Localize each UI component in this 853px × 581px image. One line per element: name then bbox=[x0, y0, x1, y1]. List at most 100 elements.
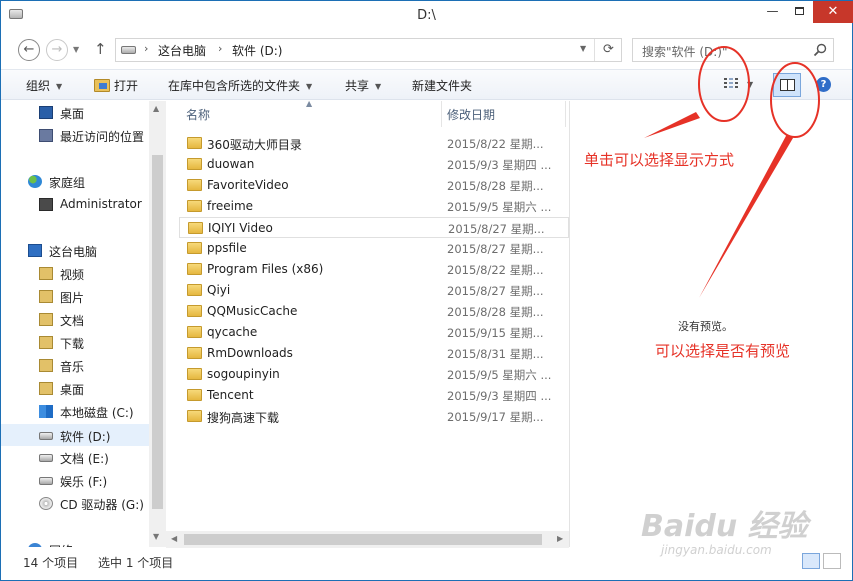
large-icons-view-button[interactable] bbox=[823, 553, 841, 569]
search-input[interactable]: 搜索"软件 (D:)" bbox=[632, 38, 834, 62]
videos-icon bbox=[39, 267, 53, 280]
navigation-scrollbar[interactable]: ▲ ▼ bbox=[149, 101, 166, 547]
nav-item-documents[interactable]: 文档 bbox=[1, 309, 149, 331]
nav-item-desktop-folder[interactable]: 桌面 bbox=[1, 378, 149, 400]
file-row[interactable]: duowan 2015/9/3 星期四 ... bbox=[179, 154, 569, 175]
file-date: 2015/9/5 星期六 ... bbox=[447, 200, 552, 214]
preview-pane-button[interactable] bbox=[773, 73, 801, 97]
file-name: 搜狗高速下载 bbox=[207, 411, 280, 425]
file-name: FavoriteVideo bbox=[207, 178, 289, 192]
column-header-date[interactable]: 修改日期 bbox=[447, 106, 495, 123]
nav-item-homegroup[interactable]: 家庭组 bbox=[1, 171, 149, 193]
refresh-button[interactable]: ⟳ bbox=[594, 39, 622, 61]
minimize-button[interactable]: — bbox=[759, 1, 786, 23]
file-row[interactable]: IQIYI Video 2015/8/27 星期... bbox=[179, 217, 569, 238]
file-row[interactable]: Program Files (x86) 2015/8/22 星期... bbox=[179, 259, 569, 280]
nav-item-label: 桌面 bbox=[60, 383, 85, 397]
address-bar[interactable]: › 这台电脑 › 软件 (D:) ▼ ⟳ bbox=[115, 38, 622, 62]
breadcrumb-drive-d[interactable]: 软件 (D:) bbox=[232, 42, 282, 59]
nav-item-drive-c[interactable]: 本地磁盘 (C:) bbox=[1, 401, 149, 423]
nav-item-recent-places[interactable]: 最近访问的位置 bbox=[1, 125, 149, 147]
breadcrumb-this-pc[interactable]: 这台电脑 bbox=[158, 42, 206, 59]
file-row[interactable]: Tencent 2015/9/3 星期四 ... bbox=[179, 385, 569, 406]
nav-item-drive-g[interactable]: CD 驱动器 (G:) bbox=[1, 493, 149, 515]
nav-item-label: 这台电脑 bbox=[49, 245, 98, 259]
drive-icon bbox=[39, 454, 53, 462]
nav-item-label: 桌面 bbox=[60, 107, 85, 121]
annotation-preview-toggle: 可以选择是否有预览 bbox=[655, 342, 791, 360]
back-button[interactable]: ← bbox=[18, 39, 40, 61]
nav-item-this-pc[interactable]: 这台电脑 bbox=[1, 240, 149, 262]
organize-menu[interactable]: 组织 ▼ bbox=[26, 77, 62, 94]
search-icon[interactable] bbox=[813, 43, 827, 57]
maximize-button[interactable] bbox=[786, 1, 813, 23]
scrollbar-thumb[interactable] bbox=[152, 155, 163, 509]
help-icon[interactable]: ? bbox=[816, 77, 831, 92]
horizontal-scrollbar[interactable]: ◀ ▶ bbox=[166, 531, 569, 548]
scroll-right-icon[interactable]: ▶ bbox=[557, 534, 563, 543]
up-button[interactable]: ↑ bbox=[94, 40, 107, 58]
file-row[interactable]: freeime 2015/9/5 星期六 ... bbox=[179, 196, 569, 217]
refresh-icon: ⟳ bbox=[603, 42, 614, 57]
arrow-right-icon: → bbox=[51, 42, 63, 57]
include-in-library-menu[interactable]: 在库中包含所选的文件夹 ▼ bbox=[168, 77, 312, 94]
recent-locations-dropdown[interactable]: ▼ bbox=[73, 45, 79, 54]
file-date: 2015/8/28 星期... bbox=[447, 179, 544, 193]
breadcrumb-separator[interactable]: › bbox=[218, 42, 222, 55]
nav-item-pictures[interactable]: 图片 bbox=[1, 286, 149, 308]
column-header-name[interactable]: 名称 bbox=[186, 106, 210, 123]
explorer-window: D:\ — ✕ ← → ▼ ↑ › 这台电脑 › 软件 (D:) ▼ ⟳ 搜索"… bbox=[0, 0, 853, 581]
nav-item-drive-e[interactable]: 文档 (E:) bbox=[1, 447, 149, 469]
share-menu[interactable]: 共享 ▼ bbox=[345, 77, 381, 94]
file-row[interactable]: qycache 2015/9/15 星期... bbox=[179, 322, 569, 343]
recent-places-icon bbox=[39, 129, 53, 142]
column-divider[interactable] bbox=[565, 101, 566, 127]
column-divider[interactable] bbox=[441, 101, 442, 127]
file-date: 2015/9/17 星期... bbox=[447, 410, 544, 424]
file-name: QQMusicCache bbox=[207, 304, 298, 318]
title-bar[interactable]: D:\ — ✕ bbox=[1, 1, 853, 31]
preview-pane-icon bbox=[780, 79, 795, 91]
scroll-down-icon[interactable]: ▼ bbox=[153, 532, 159, 541]
nav-item-drive-d[interactable]: 软件 (D:) bbox=[1, 424, 149, 446]
change-view-icon[interactable] bbox=[722, 76, 742, 92]
address-history-dropdown[interactable]: ▼ bbox=[580, 44, 586, 53]
new-folder-button[interactable]: 新建文件夹 bbox=[412, 77, 472, 94]
file-row[interactable]: FavoriteVideo 2015/8/28 星期... bbox=[179, 175, 569, 196]
file-row[interactable]: sogoupinyin 2015/9/5 星期六 ... bbox=[179, 364, 569, 385]
nav-item-drive-f[interactable]: 娱乐 (F:) bbox=[1, 470, 149, 492]
file-name: Qiyi bbox=[207, 283, 231, 297]
nav-item-network[interactable]: 网络 bbox=[1, 539, 149, 547]
forward-button[interactable]: → bbox=[46, 39, 68, 61]
nav-item-downloads[interactable]: 下载 bbox=[1, 332, 149, 354]
preview-pane-divider[interactable] bbox=[569, 101, 570, 547]
window-title: D:\ bbox=[417, 8, 436, 23]
scrollbar-thumb[interactable] bbox=[184, 534, 542, 545]
file-row[interactable]: QQMusicCache 2015/8/28 星期... bbox=[179, 301, 569, 322]
file-row[interactable]: RmDownloads 2015/8/31 星期... bbox=[179, 343, 569, 364]
sort-ascending-icon: ▲ bbox=[306, 99, 313, 108]
downloads-icon bbox=[39, 336, 53, 349]
nav-item-label: 娱乐 (F:) bbox=[60, 475, 108, 489]
scroll-up-icon[interactable]: ▲ bbox=[153, 104, 159, 113]
file-name: duowan bbox=[207, 157, 255, 171]
nav-item-videos[interactable]: 视频 bbox=[1, 263, 149, 285]
details-view-button[interactable] bbox=[802, 553, 820, 569]
folder-icon bbox=[187, 158, 202, 170]
close-button[interactable]: ✕ bbox=[813, 1, 853, 23]
scroll-left-icon[interactable]: ◀ bbox=[171, 534, 177, 543]
file-row[interactable]: 360驱动大师目录 2015/8/22 星期... bbox=[179, 133, 569, 154]
nav-item-administrator[interactable]: Administrator bbox=[1, 194, 149, 216]
annotation-view-mode: 单击可以选择显示方式 bbox=[584, 151, 735, 169]
file-row[interactable]: ppsfile 2015/8/27 星期... bbox=[179, 238, 569, 259]
file-date: 2015/8/22 星期... bbox=[447, 263, 544, 277]
nav-item-desktop[interactable]: 桌面 bbox=[1, 102, 149, 124]
open-button[interactable]: 打开 bbox=[94, 77, 138, 94]
breadcrumb-separator[interactable]: › bbox=[144, 42, 148, 55]
view-options-dropdown[interactable]: ▼ bbox=[747, 80, 753, 89]
folder-icon bbox=[188, 222, 203, 234]
file-row[interactable]: Qiyi 2015/8/27 星期... bbox=[179, 280, 569, 301]
nav-item-music[interactable]: 音乐 bbox=[1, 355, 149, 377]
folder-icon bbox=[187, 347, 202, 359]
file-row[interactable]: 搜狗高速下载 2015/9/17 星期... bbox=[179, 406, 569, 427]
